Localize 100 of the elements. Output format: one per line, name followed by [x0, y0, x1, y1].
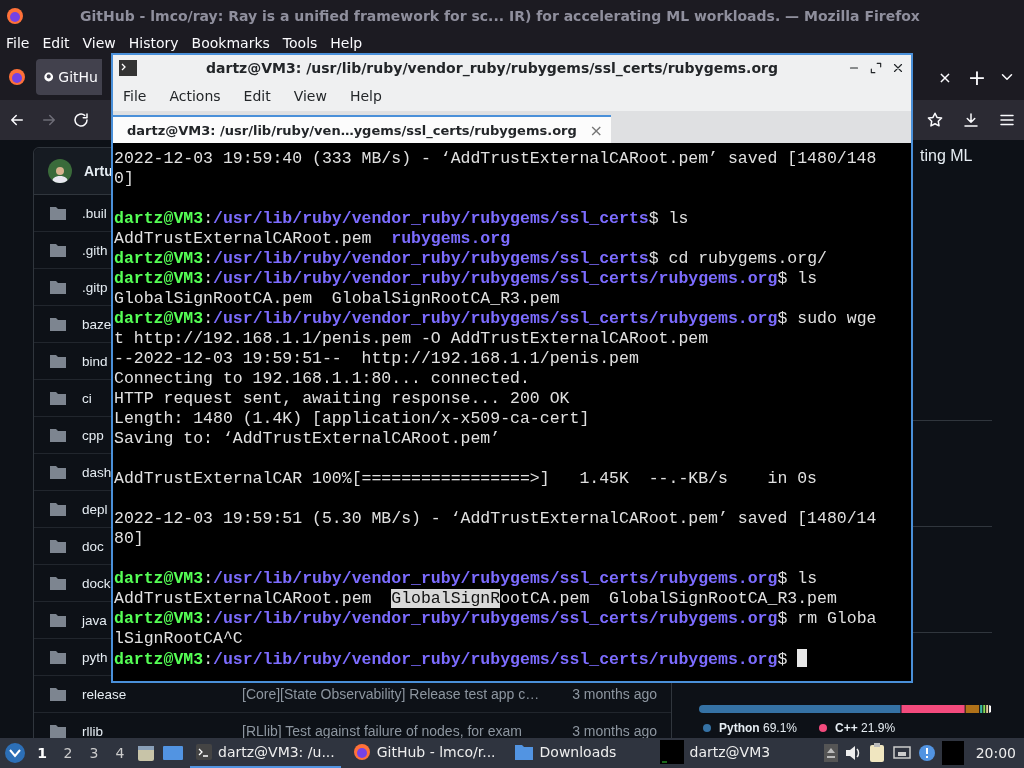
volume-icon[interactable] [843, 744, 862, 762]
menu-item[interactable]: File [117, 88, 154, 104]
menu-item[interactable]: Bookmarks [191, 35, 270, 51]
taskbar-button[interactable]: dartz@VM3 [653, 738, 804, 768]
text-cursor [797, 649, 808, 667]
terminal-text: dartz@VM3 [114, 609, 204, 628]
terminal-text: dartz@VM3 [114, 269, 204, 288]
folder-icon [49, 279, 67, 295]
menu-item[interactable]: Actions [163, 88, 228, 104]
commit-message[interactable]: [RLlib] Test against failure of nodes, for exam [242, 723, 562, 738]
workspace-button[interactable]: 4 [110, 745, 130, 761]
terminal-text: Saving to: ‘AddTrustExternalCARoot.pem’ [114, 429, 501, 448]
start-menu-icon[interactable] [4, 742, 26, 764]
menu-item[interactable]: History [128, 35, 179, 51]
language-label[interactable]: Python 69.1% [719, 721, 798, 735]
folder-name[interactable]: ci [82, 391, 92, 406]
folder-icon [49, 353, 67, 369]
folder-name[interactable]: dash [82, 465, 112, 480]
terminal-text: /usr/lib/ruby/vendor_ruby/rubygems/ssl_certs [213, 249, 649, 268]
terminal-icon [119, 60, 137, 76]
terminal-text: : [203, 269, 214, 288]
clipboard-icon[interactable] [867, 743, 886, 763]
taskbar-button[interactable]: dartz@VM3: /u... [190, 738, 341, 768]
tab-close-button[interactable]: × [934, 67, 956, 87]
terminal-title: dartz@VM3: /usr/lib/ruby/vendor_ruby/rubygems/ssl_certs/rubygems.org [205, 60, 779, 76]
terminal-text: rubygems.org [391, 229, 511, 248]
folder-icon [49, 538, 67, 554]
terminal-text: dartz@VM3 [114, 249, 204, 268]
file-manager-icon[interactable] [136, 743, 156, 763]
folder-name[interactable]: doc [82, 539, 104, 554]
folder-icon [49, 427, 67, 443]
terminal-text: /usr/lib/ruby/vendor_ruby/rubygems/ssl_certs [213, 209, 649, 228]
terminal-text: 2022-12-03 19:59:40 (333 MB/s) - ‘AddTrustExternalCARoot.pem’ saved [1480/148 [114, 149, 877, 168]
folder-icon [49, 390, 67, 406]
folder-name[interactable]: .gith [82, 243, 108, 258]
menu-item[interactable]: View [287, 88, 334, 104]
terminal-text: /usr/lib/ruby/vendor_ruby/rubygems/ssl_certs/rubygems.org [213, 609, 778, 628]
avatar [48, 159, 72, 183]
terminal-text: $ ls [777, 569, 818, 588]
menu-item[interactable]: Help [330, 35, 363, 51]
folder-icon [49, 686, 67, 702]
folder-icon [513, 743, 534, 761]
terminal-text: $ [777, 650, 789, 669]
folder-name[interactable]: dock [82, 576, 111, 591]
folder-name[interactable]: pyth [82, 650, 108, 665]
terminal-tab[interactable]: dartz@VM3: /usr/lib/ruby/ven…ygems/ssl_certs/rubygems.org × [113, 115, 611, 143]
eject-icon[interactable] [823, 744, 838, 762]
browser-logo-icon[interactable] [8, 68, 26, 86]
commit-time: 3 months ago [571, 723, 657, 738]
network-icon[interactable] [891, 744, 912, 762]
terminal-text: $ ls [648, 209, 689, 228]
taskbar-button[interactable]: GitHub - lmco/r... [346, 738, 502, 768]
folder-name[interactable]: .buil [82, 206, 107, 221]
maximize-icon[interactable] [869, 61, 883, 75]
terminal-text: : [203, 209, 214, 228]
language-label[interactable]: C++ 21.9% [835, 721, 896, 735]
folder-name[interactable]: .gitp [82, 280, 108, 295]
terminal-text: HTTP request sent, awaiting response... 200 OK [114, 389, 570, 408]
folder-name[interactable]: release [82, 687, 127, 702]
browser-tab[interactable]: GitHu [36, 59, 102, 95]
download-icon[interactable] [962, 111, 980, 129]
notification-icon[interactable] [917, 744, 936, 762]
terminal-text: dartz@VM3 [114, 650, 204, 669]
terminal-text: : [203, 249, 214, 268]
workspace-button[interactable]: 2 [58, 745, 78, 761]
terminal-text: 80] [114, 529, 144, 548]
folder-icon [49, 464, 67, 480]
terminal-text: dartz@VM3 [114, 309, 204, 328]
terminal-text: $ cd rubygems.org/ [648, 249, 827, 268]
terminal-icon [196, 744, 212, 760]
browser-icon [352, 743, 371, 761]
commit-time: 3 months ago [571, 686, 657, 702]
close-icon[interactable] [891, 61, 905, 75]
terminal-text: $ sudo wge [777, 309, 877, 328]
menu-item[interactable]: Tools [282, 35, 318, 51]
menu-item[interactable]: File [6, 35, 30, 51]
workspace-button[interactable]: 1 [32, 745, 52, 761]
workspace-button[interactable]: 3 [84, 745, 104, 761]
menu-item[interactable]: Edit [42, 35, 70, 51]
folder-name[interactable]: cpp [82, 428, 104, 443]
folder-name[interactable]: baze [82, 317, 112, 332]
taskbar-button[interactable]: Downloads [507, 738, 648, 768]
star-icon[interactable] [926, 111, 944, 129]
terminal-text: : [203, 650, 214, 669]
folder-name[interactable]: java [82, 613, 107, 628]
selected-text: GlobalSignR [391, 589, 501, 608]
menu-item[interactable]: Help [343, 88, 389, 104]
folder-name[interactable]: bind [82, 354, 108, 369]
browser-logo-icon [6, 7, 24, 25]
commit-message[interactable]: [Core][State Observability] Release test app c… [242, 686, 562, 702]
new-tab-button[interactable]: + [966, 64, 988, 90]
menu-item[interactable]: Edit [237, 88, 278, 104]
terminal-text: ootCA.pem GlobalSignRootCA_R3.pem [500, 589, 837, 608]
folder-name[interactable]: depl [82, 502, 108, 517]
folder-name[interactable]: rllib [82, 724, 103, 738]
menu-item[interactable]: View [82, 35, 116, 51]
reload-icon[interactable] [72, 111, 90, 129]
terminal-text: AddTrustExternalCAR 100%[=================>] 1.45K --.-KB/s in 0s [114, 469, 817, 488]
desktop-icon[interactable] [162, 744, 184, 762]
tab-close-button[interactable]: × [589, 120, 603, 140]
